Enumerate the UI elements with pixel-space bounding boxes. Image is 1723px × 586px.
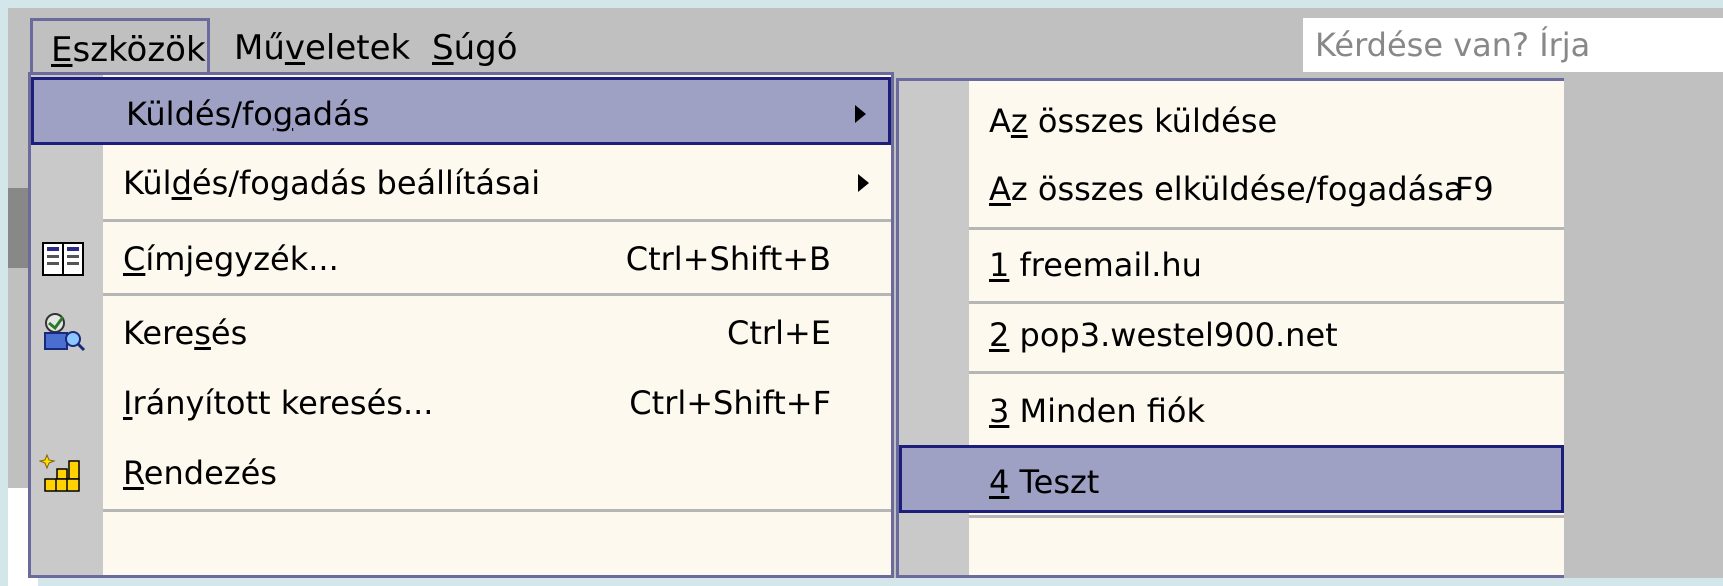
label-pre: A (989, 102, 1011, 140)
label-post: adás (293, 95, 370, 133)
menu-separator (969, 515, 1564, 518)
menu-separator (969, 227, 1564, 230)
label-post: és (210, 314, 248, 352)
label-post: összes küldése (1027, 102, 1278, 140)
menu-item-label: Keresés (123, 299, 247, 367)
label-post: freemail.hu (1009, 246, 1202, 284)
menu-item-label: Címjegyzék... (123, 225, 339, 293)
shortcut-label: F9 (1455, 170, 1494, 208)
menu-item-label: Irányított keresés... (123, 369, 433, 437)
menu-separator (969, 371, 1564, 374)
menu-separator (103, 219, 891, 222)
label-post: Teszt (1009, 463, 1100, 501)
send-receive-submenu: Az összes küldése Az összes elküldése/fo… (896, 78, 1564, 578)
help-search-input[interactable]: Kérdése van? Írja (1303, 18, 1723, 72)
address-book-icon (39, 237, 87, 281)
menu-separator (103, 293, 891, 296)
label-pre: Küldés/fo (126, 95, 273, 133)
label-accel: g (272, 95, 294, 133)
label-post: ímjegyzék... (145, 240, 339, 278)
menu-item-organize[interactable]: Rendezés (31, 439, 891, 507)
submenu-item-label: 4 Teszt (989, 448, 1099, 516)
find-icon (39, 311, 87, 355)
menu-item-send-receive-settings[interactable]: Küldés/fogadás beállításai (31, 149, 891, 217)
menu-separator (103, 509, 891, 512)
label-accel: C (123, 240, 146, 278)
label-post: rányított keresés... (132, 384, 434, 422)
submenu-item-account-1[interactable]: 1 freemail.hu (899, 231, 1564, 299)
shortcut-label: Ctrl+E (727, 314, 831, 352)
submenu-item-send-all[interactable]: Az összes küldése (899, 87, 1564, 155)
shortcut-label: Ctrl+Shift+F (629, 384, 831, 422)
label-post: Minden fiók (1009, 392, 1206, 430)
menu-muveletek-label-pre: Mű (234, 28, 285, 68)
submenu-arrow-icon (858, 174, 869, 192)
menu-item-label: Rendezés (123, 439, 277, 507)
submenu-arrow-icon (855, 105, 866, 123)
label-accel: 4 (989, 463, 1010, 501)
menu-sugo-accel: S (432, 28, 454, 68)
menu-item-advanced-find[interactable]: Irányított keresés... Ctrl+Shift+F (31, 369, 891, 437)
label-pre: Kere (123, 314, 195, 352)
submenu-item-account-2[interactable]: 2 pop3.westel900.net (899, 301, 1564, 369)
label-accel: 3 (989, 392, 1010, 430)
label-accel: 1 (989, 246, 1010, 284)
submenu-item-all-accounts[interactable]: 3 Minden fiók (899, 377, 1564, 445)
label-accel: R (123, 454, 144, 492)
submenu-item-label: 2 pop3.westel900.net (989, 301, 1338, 369)
label-accel: A (989, 170, 1011, 208)
menu-muveletek-accel: v (284, 28, 306, 68)
organize-icon (38, 451, 87, 495)
menu-item-find[interactable]: Keresés Ctrl+E (31, 299, 891, 367)
tools-dropdown-menu: Küldés/fogadás Küldés/fogadás beállítása… (28, 72, 894, 578)
label-post: pop3.westel900.net (1009, 316, 1338, 354)
label-post: és/fogadás beállításai (191, 164, 541, 202)
label-post: z összes elküldése/fogadása (1010, 170, 1464, 208)
menu-sugo-label-post: úgó (453, 28, 518, 68)
submenu-item-label: 1 freemail.hu (989, 231, 1202, 299)
submenu-item-label: Az összes küldése (989, 87, 1277, 155)
label-post: endezés (143, 454, 277, 492)
menu-eszkozok-accel: E (51, 30, 73, 70)
submenu-item-label: 3 Minden fiók (989, 377, 1205, 445)
submenu-item-send-receive-all[interactable]: Az összes elküldése/fogadása F9 (899, 155, 1564, 223)
submenu-item-teszt[interactable]: 4 Teszt (899, 445, 1564, 513)
menu-item-label: Küldés/fogadás (126, 80, 369, 148)
menu-item-address-book[interactable]: Címjegyzék... Ctrl+Shift+B (31, 225, 891, 293)
label-accel: s (194, 314, 211, 352)
label-accel: z (1010, 102, 1028, 140)
menu-item-label: Küldés/fogadás beállításai (123, 149, 540, 217)
shortcut-label: Ctrl+Shift+B (625, 240, 831, 278)
label-pre: Kül (123, 164, 172, 202)
menu-muveletek-label-post: eletek (305, 28, 411, 68)
label-accel: d (171, 164, 192, 202)
label-accel: 2 (989, 316, 1010, 354)
menu-item-send-receive[interactable]: Küldés/fogadás (31, 77, 891, 145)
submenu-item-label: Az összes elküldése/fogadása (989, 155, 1464, 223)
menu-eszkozok-label-post: szközök (72, 30, 206, 70)
